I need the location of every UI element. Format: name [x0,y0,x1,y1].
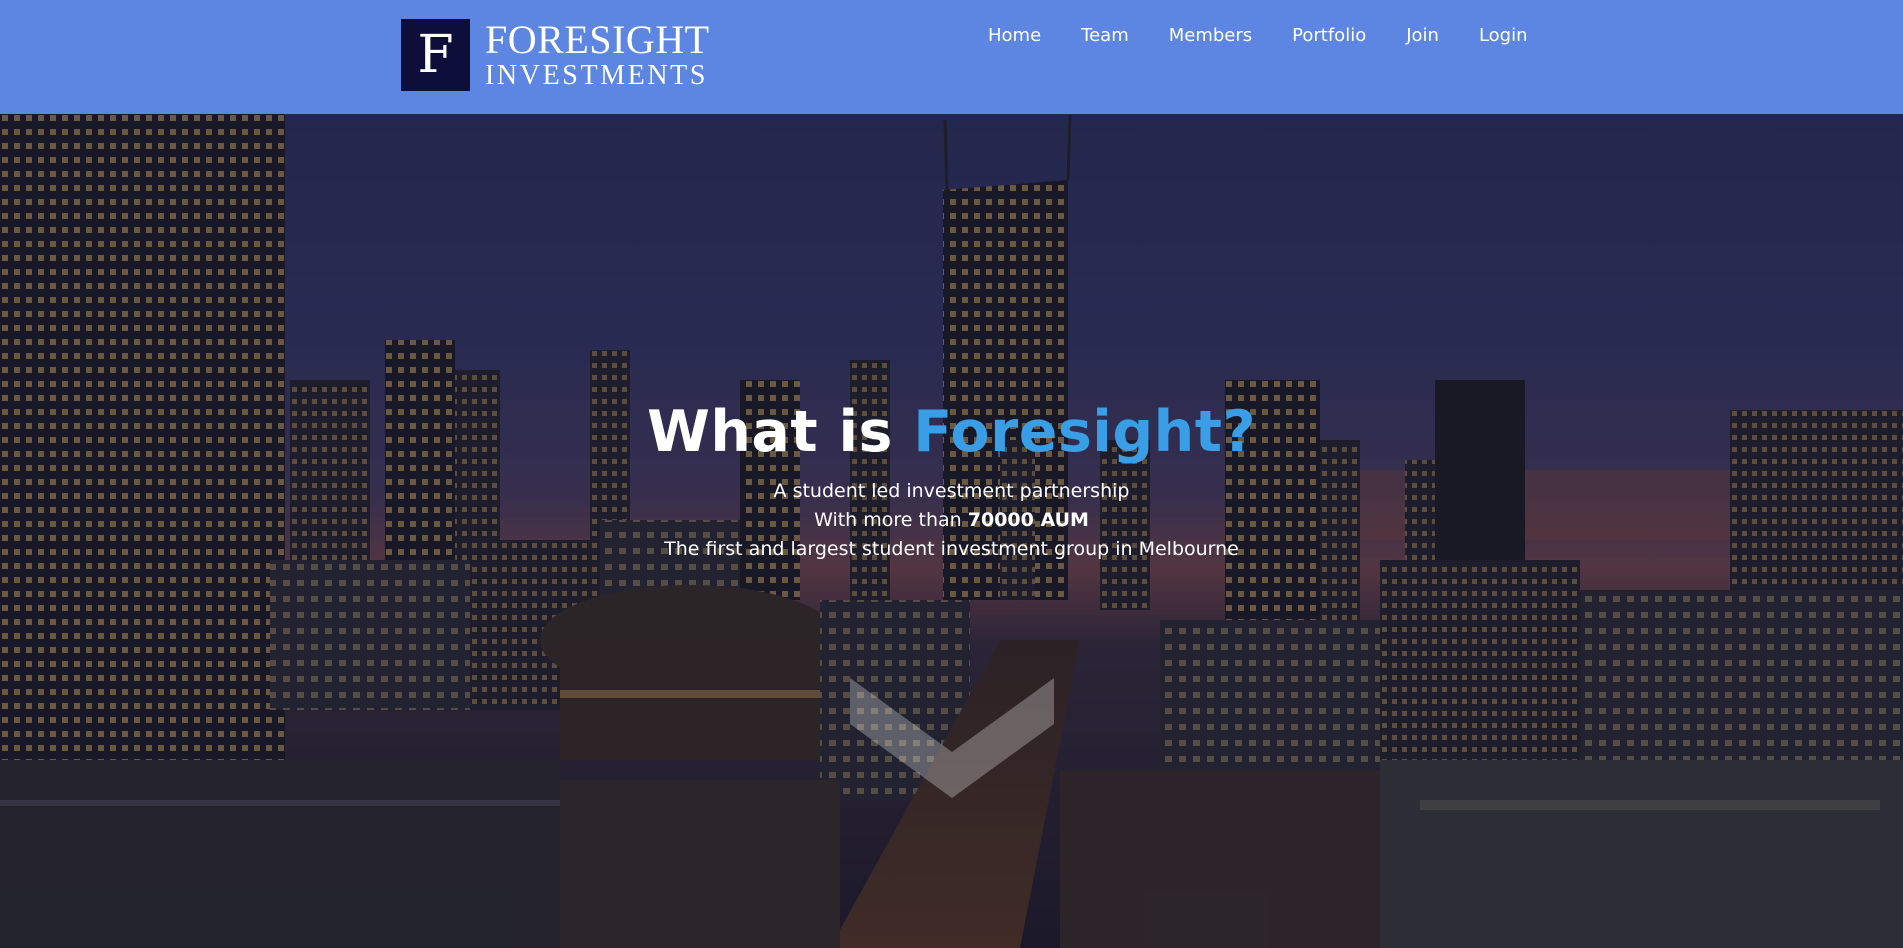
nav-home[interactable]: Home [968,22,1061,50]
nav-portfolio[interactable]: Portfolio [1272,22,1386,50]
navbar: F FORESIGHT INVESTMENTS Home Team Member… [0,0,1903,114]
hero-line-1: A student led investment partnership [773,480,1130,502]
page: F FORESIGHT INVESTMENTS Home Team Member… [0,0,1903,948]
nav-team[interactable]: Team [1061,22,1149,50]
hero-description: A student led investment partnership Wit… [0,477,1903,564]
nav-join[interactable]: Join [1386,22,1459,50]
hero-line-2: With more than 70000 AUM [0,506,1903,535]
nav-login[interactable]: Login [1459,22,1548,50]
logo-mark: F [401,19,470,91]
hero-line-2-prefix: With more than [814,509,968,531]
nav-members[interactable]: Members [1149,22,1272,50]
aum-value: 70000 AUM [967,509,1089,531]
logo-line-investments: INVESTMENTS [485,60,709,91]
main-nav: Home Team Members Portfolio Join Login [968,22,1548,50]
brand-logo[interactable]: F FORESIGHT INVESTMENTS [401,19,710,91]
hero-title: What is Foresight? [0,393,1903,471]
chevron-down-icon[interactable] [850,678,1054,798]
hero-title-accent: Foresight? [913,399,1257,465]
logo-wordmark: FORESIGHT INVESTMENTS [485,20,710,90]
logo-line-foresight: FORESIGHT [485,17,710,62]
hero-section: What is Foresight? A student led investm… [0,393,1903,564]
hero-title-prefix: What is [646,399,914,465]
hero-line-3: The first and largest student investment… [664,538,1239,560]
